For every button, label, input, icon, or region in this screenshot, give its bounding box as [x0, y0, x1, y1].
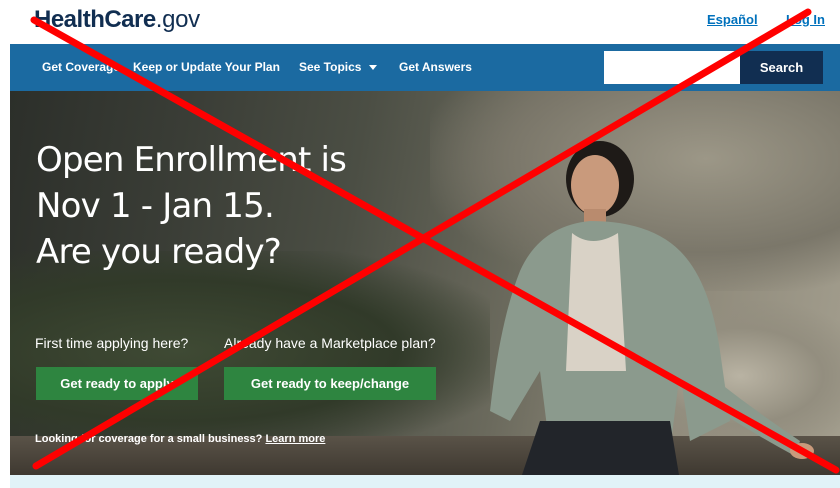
hero-background-shrubs [10, 251, 490, 451]
hero-title-line: Are you ready? [36, 232, 282, 272]
existing-plan-question: Already have a Marketplace plan? [224, 335, 436, 351]
main-nav: Get Coverage Keep or Update Your Plan Se… [10, 44, 840, 91]
learn-more-link[interactable]: Learn more [265, 433, 325, 445]
logo-text-healthcare: HealthCare [34, 6, 156, 33]
small-business-text: Looking for coverage for a small busines… [35, 433, 263, 445]
nav-get-coverage[interactable]: Get Coverage [42, 60, 120, 74]
get-ready-to-apply-button[interactable]: Get ready to apply [36, 367, 198, 400]
search-button[interactable]: Search [740, 51, 823, 84]
small-business-note: Looking for coverage for a small busines… [35, 433, 325, 445]
bottom-band [10, 475, 840, 488]
hero-title-line: Open Enrollment is [36, 140, 347, 180]
get-ready-to-keep-change-button[interactable]: Get ready to keep/change [224, 367, 436, 400]
hero-title-line: Nov 1 - Jan 15. [36, 186, 275, 226]
nav-get-answers[interactable]: Get Answers [399, 60, 472, 74]
caret-down-icon [369, 64, 378, 70]
nav-see-topics-label: See Topics [299, 60, 362, 74]
healthcare-gov-logo[interactable]: HealthCare .gov [34, 6, 200, 36]
login-link[interactable]: Log In [786, 12, 825, 27]
search-input[interactable] [604, 51, 740, 84]
hero-banner: Open Enrollment is Nov 1 - Jan 15. Are y… [10, 91, 840, 475]
espanol-link[interactable]: Español [707, 12, 758, 27]
nav-see-topics[interactable]: See Topics [299, 60, 378, 74]
first-time-question: First time applying here? [35, 335, 189, 351]
logo-text-gov: .gov [155, 6, 200, 33]
hero-title: Open Enrollment is Nov 1 - Jan 15. Are y… [36, 137, 396, 275]
site-header: HealthCare .gov Español Log In [0, 0, 840, 44]
nav-keep-or-update-plan[interactable]: Keep or Update Your Plan [133, 60, 280, 74]
hero-person-image [490, 141, 814, 475]
